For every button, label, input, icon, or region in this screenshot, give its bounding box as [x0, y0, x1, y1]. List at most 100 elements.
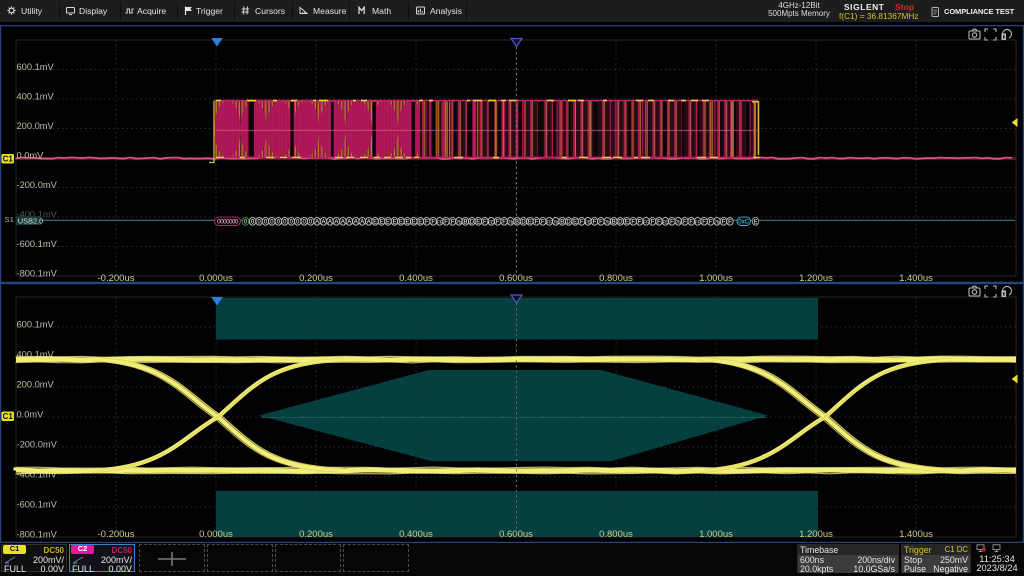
svg-text:F: F: [451, 220, 455, 226]
svg-text:0.0mV: 0.0mV: [17, 410, 45, 420]
svg-text:F: F: [709, 220, 713, 226]
svg-text:F: F: [483, 220, 487, 226]
svg-text:F: F: [593, 220, 597, 226]
svg-text:A: A: [334, 220, 338, 226]
svg-text:E: E: [625, 220, 629, 226]
svg-text:0.600us: 0.600us: [499, 273, 533, 283]
svg-text:F: F: [657, 220, 661, 226]
svg-text:0.000us: 0.000us: [199, 529, 233, 540]
svg-text:1.200us: 1.200us: [799, 273, 833, 283]
svg-text:7b: 7b: [508, 220, 514, 225]
svg-text:F: F: [722, 220, 726, 226]
svg-text:E: E: [418, 220, 422, 226]
svg-text:1.000us: 1.000us: [699, 529, 733, 540]
svg-text:C1: C1: [3, 412, 14, 421]
svg-text:FF: FF: [546, 220, 552, 225]
svg-text:E: E: [476, 220, 480, 226]
svg-text:0.400us: 0.400us: [399, 273, 433, 283]
svg-text:0.600us: 0.600us: [499, 529, 533, 540]
svg-text:F: F: [702, 220, 706, 226]
svg-text:7b: 7b: [553, 220, 559, 225]
svg-text:A: A: [354, 220, 358, 226]
svg-text:0.200us: 0.200us: [299, 529, 333, 540]
svg-text:0.800us: 0.800us: [599, 273, 633, 283]
svg-text:7b: 7b: [456, 220, 462, 225]
svg-text:B: B: [612, 220, 616, 226]
svg-text:-800.1mV: -800.1mV: [17, 269, 58, 279]
svg-text:F: F: [638, 220, 642, 226]
svg-text:0.0mV: 0.0mV: [17, 151, 45, 161]
svg-text:F: F: [689, 220, 693, 226]
svg-text:F: F: [631, 220, 635, 226]
svg-text:F: F: [651, 220, 655, 226]
svg-text:F: F: [728, 220, 732, 226]
svg-text:0.800us: 0.800us: [599, 529, 633, 540]
svg-text:A: A: [367, 220, 371, 226]
svg-text:7b: 7b: [605, 220, 611, 225]
svg-text:-600.1mV: -600.1mV: [17, 239, 58, 249]
svg-text:E: E: [380, 220, 384, 226]
svg-text:E: E: [573, 220, 577, 226]
svg-text:USB2.0: USB2.0: [18, 216, 43, 225]
svg-text:F: F: [670, 220, 674, 226]
svg-text:E: E: [528, 220, 532, 226]
svg-text:F: F: [541, 220, 545, 226]
svg-text:E: E: [392, 220, 396, 226]
svg-text:FF: FF: [437, 220, 443, 225]
svg-text:E: E: [386, 220, 390, 226]
svg-text:S1: S1: [5, 215, 14, 224]
svg-text:B: B: [560, 220, 564, 226]
svg-text:D: D: [470, 220, 475, 226]
svg-text:A: A: [321, 220, 325, 226]
svg-text:E: E: [405, 220, 409, 226]
svg-text:E: E: [412, 220, 416, 226]
svg-text:0.200us: 0.200us: [299, 273, 333, 283]
svg-text:-800.1mV: -800.1mV: [17, 530, 58, 540]
svg-text:FF: FF: [695, 220, 701, 225]
svg-text:400.1mV: 400.1mV: [17, 92, 55, 102]
svg-text:-200.0mV: -200.0mV: [17, 440, 58, 450]
svg-text:-0.200us: -0.200us: [98, 529, 135, 540]
svg-text:7b: 7b: [676, 220, 682, 225]
svg-text:200.0mV: 200.0mV: [17, 380, 55, 390]
svg-text:1.400us: 1.400us: [899, 273, 933, 283]
svg-text:FE: FE: [488, 220, 494, 225]
svg-text:F: F: [444, 220, 448, 226]
svg-text:FF: FF: [643, 220, 649, 225]
svg-text:0.000us: 0.000us: [199, 273, 233, 283]
svg-text:1.200us: 1.200us: [799, 529, 833, 540]
svg-text:F: F: [502, 220, 506, 226]
svg-text:A: A: [328, 220, 332, 226]
svg-text:0xC: 0xC: [738, 220, 749, 226]
svg-text:-0.200us: -0.200us: [98, 273, 135, 283]
svg-text:600.1mV: 600.1mV: [17, 62, 55, 72]
svg-text:D: D: [521, 220, 526, 226]
svg-text:D: D: [566, 220, 571, 226]
svg-text:1.400us: 1.400us: [899, 529, 933, 540]
svg-text:E: E: [753, 220, 757, 226]
svg-text:B: B: [463, 220, 467, 226]
svg-text:600.1mV: 600.1mV: [17, 320, 55, 330]
svg-text:D: D: [618, 220, 623, 226]
svg-text:0000000: 0000000: [217, 219, 239, 226]
svg-text:A: A: [315, 220, 319, 226]
svg-text:A: A: [360, 220, 364, 226]
svg-text:A: A: [347, 220, 351, 226]
svg-text:F: F: [535, 220, 539, 226]
svg-text:C1: C1: [3, 155, 14, 164]
svg-text:E: E: [373, 220, 377, 226]
svg-text:7b: 7b: [714, 220, 720, 225]
svg-text:1.000us: 1.000us: [699, 273, 733, 283]
svg-text:-200.0mV: -200.0mV: [17, 180, 58, 190]
svg-text:F: F: [431, 220, 435, 226]
svg-text:F: F: [425, 220, 429, 226]
svg-text:F: F: [496, 220, 500, 226]
svg-text:E: E: [399, 220, 403, 226]
svg-text:F: F: [580, 220, 584, 226]
svg-text:A: A: [341, 220, 345, 226]
svg-text:F: F: [599, 220, 603, 226]
svg-text:-600.1mV: -600.1mV: [17, 500, 58, 510]
svg-text:FE: FE: [662, 220, 668, 225]
svg-text:200.0mV: 200.0mV: [17, 121, 55, 131]
svg-text:0.400us: 0.400us: [399, 529, 433, 540]
